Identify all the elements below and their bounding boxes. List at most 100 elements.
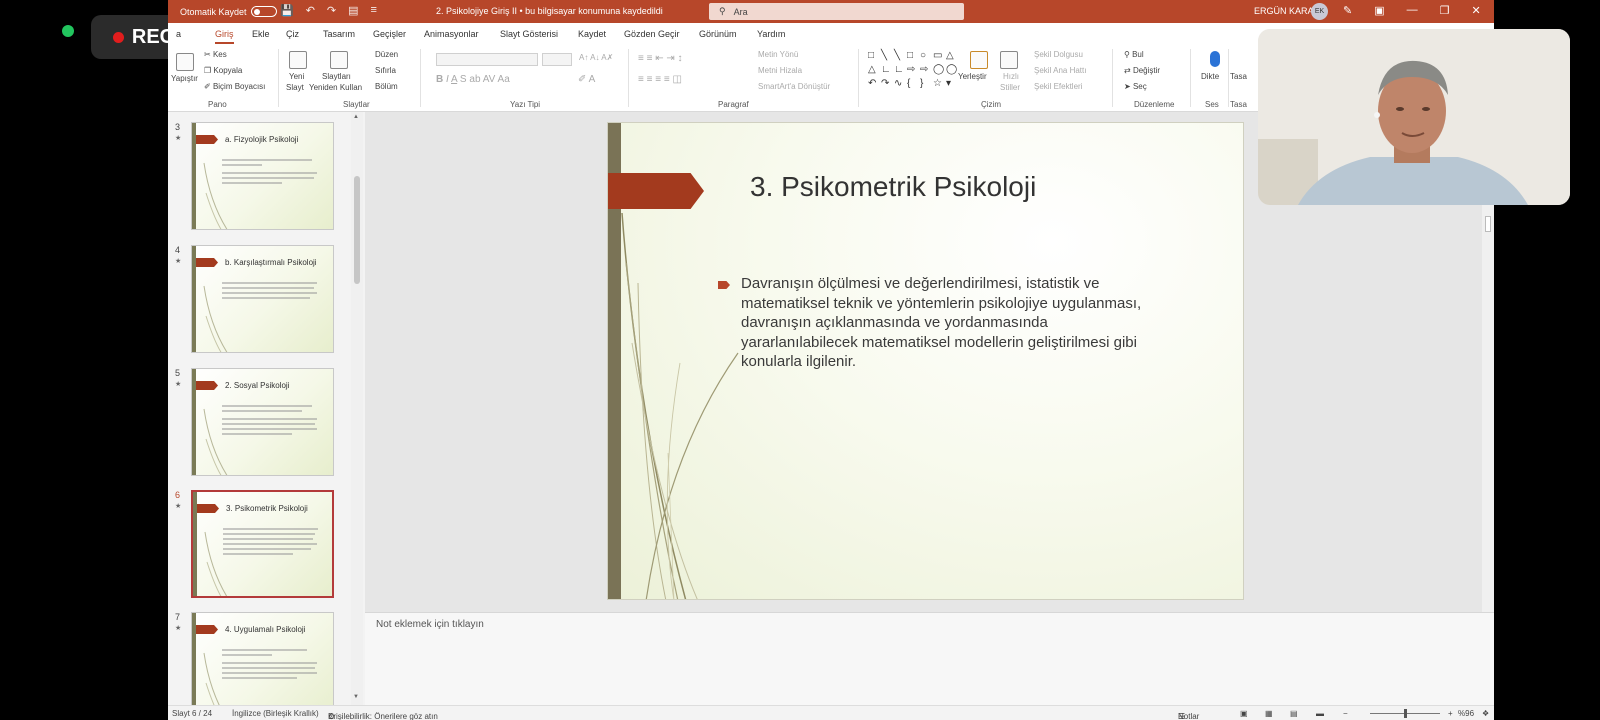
font-color-buttons[interactable]: ✐ A [578,74,595,85]
paste-button[interactable]: Yapıştır [171,74,198,83]
format-painter-button[interactable]: ✐ Biçim Boyacısı [204,82,265,91]
scrollbar-thumb[interactable] [354,176,360,284]
quick-styles-label-2[interactable]: Stiller [1000,83,1020,92]
webcam-overlay[interactable] [1258,29,1570,205]
slide-thumbnails-pane: 3 ★ a. Fizyolojik Psikoloji 4 ★ b. Karşı… [168,112,364,720]
user-name[interactable]: ERGÜN KARA [1254,6,1314,16]
tab-yardim[interactable]: Yardım [757,29,785,39]
slide-title[interactable]: 3. Psikometrik Psikoloji [750,171,1036,203]
tab-gorunum[interactable]: Görünüm [699,29,737,39]
smartart-button[interactable]: SmartArt'a Dönüştür [758,82,830,91]
replace-button[interactable]: ⇄ Değiştir [1124,66,1160,75]
ribbon-separator [858,49,859,107]
zoom-level[interactable]: %96 [1458,709,1474,718]
minimize-icon[interactable]: — [1407,4,1418,17]
autosave-control[interactable]: Otomatik Kaydet [180,6,277,17]
copy-button[interactable]: ❐ Kopyala [204,66,242,75]
layout-button[interactable]: Düzen [375,50,398,59]
reuse-slides-icon[interactable] [330,51,348,69]
slide-thumbnail-7[interactable]: 4. Uygulamalı Psikoloji [191,612,334,720]
save-icon[interactable]: 💾 [280,4,294,17]
language-indicator[interactable]: İngilizce (Birleşik Krallık) [232,709,319,718]
designer-button[interactable]: Tasa [1230,72,1247,81]
ribbon-display-icon[interactable]: ▣ [1374,4,1384,17]
paste-icon[interactable] [176,53,194,71]
reuse-slides-label-1[interactable]: Slaytları [322,72,351,81]
slide-thumbnail-4[interactable]: b. Karşılaştırmalı Psikoloji [191,245,334,353]
ribbon-separator [1190,49,1191,107]
select-button[interactable]: ➤ Seç [1124,82,1147,91]
font-size-select[interactable] [542,53,572,66]
reset-button[interactable]: Sıfırla [375,66,396,75]
slide-thumbnail-6[interactable]: 3. Psikometrik Psikoloji [191,490,334,598]
pen-icon[interactable]: ✎ [1343,4,1352,17]
font-style-buttons[interactable]: B I A S ab AV Aa [436,74,510,85]
reading-view-icon[interactable]: ▤ [1290,709,1298,718]
shape-effects-button[interactable]: Şekil Efektleri [1034,82,1082,91]
tab-giris[interactable]: Giriş [215,29,234,44]
new-slide-label-1[interactable]: Yeni [289,72,304,81]
zoom-slider-handle[interactable] [1404,709,1407,718]
tab-gecisler[interactable]: Geçişler [373,29,406,39]
slide-thumbnail-3[interactable]: a. Fizyolojik Psikoloji [191,122,334,230]
copy-icon: ❐ [204,66,212,75]
tab-animasyonlar[interactable]: Animasyonlar [424,29,479,39]
scroll-up-icon[interactable]: ▲ [353,114,359,120]
slide-sorter-icon[interactable]: ▦ [1265,709,1273,718]
slideshow-view-icon[interactable]: ▬ [1316,709,1324,718]
quick-styles-label-1[interactable]: Hızlı [1003,72,1019,81]
align-text-button[interactable]: Metni Hizala [758,66,802,75]
tab-gozden-gecir[interactable]: Gözden Geçir [624,29,680,39]
quick-access-toolbar: 💾 ↶ ↷ ▤ ≡ [280,4,377,17]
fit-slide-icon[interactable]: ❖ [1482,709,1489,718]
tab-tasarim[interactable]: Tasarım [323,29,355,39]
arrange-icon[interactable] [970,51,988,69]
reuse-slides-label-2[interactable]: Yeniden Kullan [309,83,362,92]
zoom-in-icon[interactable]: + [1448,709,1453,718]
avatar[interactable]: EK [1311,3,1328,20]
slide-thumbnail-5[interactable]: 2. Sosyal Psikoloji [191,368,334,476]
tab-dosya[interactable]: a [176,29,181,39]
tab-ekle[interactable]: Ekle [252,29,270,39]
shape-fill-button[interactable]: Şekil Dolgusu [1034,50,1083,59]
shape-outline-button[interactable]: Şekil Ana Hattı [1034,66,1086,75]
font-family-select[interactable] [436,53,538,66]
slide-body-text[interactable]: Davranışın ölçülmesi ve değerlendirilmes… [741,274,1161,372]
microphone-icon[interactable] [1210,51,1220,67]
zoom-out-icon[interactable]: − [1343,709,1348,718]
shapes-gallery[interactable]: □ ╲ ╲ □ ○ ▭ △ △ ∟ ∟ ⇨ ⇨ ◯ ◯ ↶ ↷ ∿{} ☆ ▾ [868,50,957,92]
tab-ciz[interactable]: Çiz [286,29,299,39]
scroll-down-icon[interactable]: ▼ [353,694,359,700]
find-button[interactable]: ⚲ Bul [1124,50,1144,59]
list-buttons[interactable]: ≡ ≡ ⇤ ⇥ ↕ [638,53,683,64]
document-title[interactable]: 2. Psikolojiye Giriş II • bu bilgisayar … [436,6,663,16]
animation-star-icon: ★ [175,135,182,142]
cut-button[interactable]: ✂ Kes [204,50,227,59]
new-slide-icon[interactable] [289,51,307,69]
text-direction-button[interactable]: Metin Yönü [758,50,798,59]
align-buttons[interactable]: ≡ ≡ ≡ ≡ ◫ [638,74,682,85]
scrollbar-thumb[interactable] [1485,216,1491,232]
notes-pane[interactable]: Not eklemek için tıklayın [365,612,1494,705]
arrange-button[interactable]: Yerleştir [958,72,987,81]
font-size-buttons[interactable]: A↑ A↓ A✗ [579,53,613,62]
autosave-toggle[interactable] [250,6,277,17]
search-box[interactable]: ⚲ Ara [709,3,964,20]
redo-icon[interactable]: ↷ [327,4,336,17]
tab-kaydet[interactable]: Kaydet [578,29,606,39]
dictate-button[interactable]: Dikte [1201,72,1219,81]
undo-icon[interactable]: ↶ [306,4,315,17]
section-button[interactable]: Bölüm [375,82,398,91]
normal-view-icon[interactable]: ▣ [1240,709,1248,718]
tab-slayt-gosterisi[interactable]: Slayt Gösterisi [500,29,558,39]
current-slide[interactable]: 3. Psikometrik Psikoloji Davranışın ölçü… [607,122,1244,600]
quick-styles-icon[interactable] [1000,51,1018,69]
close-icon[interactable]: ✕ [1472,4,1481,17]
thumbnails-scrollbar[interactable]: ▲ ▼ [351,112,363,705]
restore-icon[interactable]: ❐ [1440,4,1450,17]
customize-icon[interactable]: ≡ [371,4,377,17]
title-bar: Otomatik Kaydet 💾 ↶ ↷ ▤ ≡ 2. Psikolojiye… [168,0,1494,23]
slideshow-icon[interactable]: ▤ [348,4,358,17]
new-slide-label-2[interactable]: Slayt [286,83,304,92]
notes-placeholder[interactable]: Not eklemek için tıklayın [376,619,484,630]
